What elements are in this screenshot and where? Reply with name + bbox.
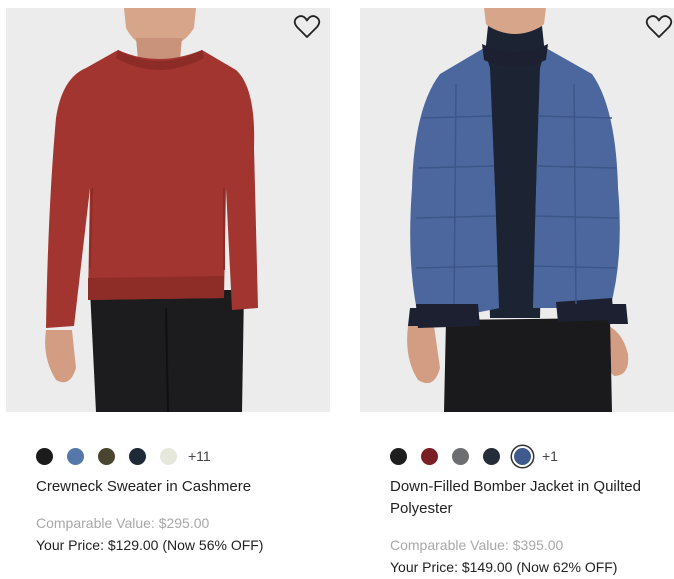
color-swatch-navy[interactable]: [483, 447, 500, 465]
wishlist-heart-icon[interactable]: [645, 14, 673, 40]
your-price: Your Price: $149.00 (Now 62% OFF): [390, 559, 618, 575]
more-colors-link[interactable]: +1: [542, 448, 558, 464]
color-swatch-blue[interactable]: [67, 447, 84, 465]
more-colors-link[interactable]: +11: [188, 448, 211, 464]
product-image[interactable]: [6, 8, 330, 412]
your-price: Your Price: $129.00 (Now 56% OFF): [36, 537, 264, 553]
color-swatches: +11: [36, 445, 211, 467]
color-swatch-black[interactable]: [36, 447, 53, 465]
color-swatches: +1: [390, 445, 558, 467]
product-title[interactable]: Down-Filled Bomber Jacket in Quilted Pol…: [390, 476, 660, 520]
color-swatch-burgundy[interactable]: [421, 447, 438, 465]
product-image[interactable]: [360, 8, 674, 412]
color-swatch-grey[interactable]: [452, 447, 469, 465]
wishlist-heart-icon[interactable]: [293, 14, 321, 40]
comparable-value: Comparable Value: $295.00: [36, 515, 210, 531]
product-card-crewneck-sweater[interactable]: +11 Crewneck Sweater in Cashmere Compara…: [6, 0, 336, 579]
color-swatch-ivory[interactable]: [160, 447, 177, 465]
product-title[interactable]: Crewneck Sweater in Cashmere: [36, 476, 306, 498]
product-card-bomber-jacket[interactable]: +1 Down-Filled Bomber Jacket in Quilted …: [360, 0, 674, 579]
color-swatch-black[interactable]: [390, 447, 407, 465]
color-swatch-blue-selected[interactable]: [514, 447, 531, 465]
jacket-model-illustration: [360, 8, 674, 412]
color-swatch-olive[interactable]: [98, 447, 115, 465]
color-swatch-navy[interactable]: [129, 447, 146, 465]
comparable-value: Comparable Value: $395.00: [390, 537, 564, 553]
sweater-model-illustration: [6, 8, 330, 412]
